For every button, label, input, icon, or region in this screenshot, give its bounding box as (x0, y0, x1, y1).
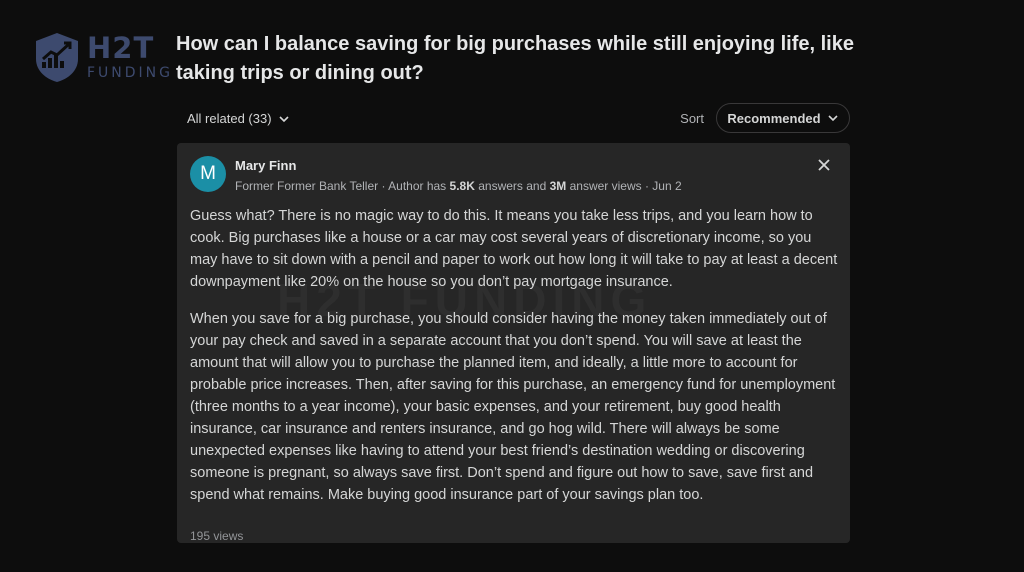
answer-views-count: 3M (549, 179, 567, 193)
answer-card: H2T FUNDING M Mary Finn Former Former Ba… (177, 143, 850, 543)
author-credential: Former Former Bank Teller · Author has 5… (235, 179, 682, 193)
sort-value: Recommended (727, 110, 821, 126)
logo-sub-text: FUNDING (87, 65, 174, 81)
chevron-down-icon (828, 115, 838, 122)
answers-count: 5.8K (449, 179, 475, 193)
close-icon[interactable] (816, 157, 832, 173)
page: H2T FUNDING How can I balance saving for… (0, 0, 1024, 572)
sort-label: Sort (680, 111, 704, 126)
logo-main-text: H2T (87, 31, 155, 65)
answer-paragraph: Guess what? There is no magic way to do … (190, 208, 838, 290)
avatar[interactable]: M (190, 156, 226, 192)
shield-chart-icon (36, 33, 78, 82)
answer-body: Guess what? There is no magic way to do … (190, 205, 840, 521)
chevron-down-icon (278, 115, 289, 122)
h2t-funding-logo: H2T FUNDING (33, 31, 173, 83)
answer-paragraph: When you save for a big purchase, you sh… (190, 311, 836, 503)
filter-bar: All related (33) Sort Recommended (187, 103, 850, 135)
cred-prefix: Former Former Bank Teller · Author has (235, 179, 450, 193)
cred-suffix: answer views · Jun 2 (566, 179, 682, 193)
sort-dropdown[interactable]: Recommended (716, 103, 850, 133)
all-related-label: All related (33) (187, 111, 272, 126)
question-title[interactable]: How can I balance saving for big purchas… (176, 30, 856, 88)
all-related-dropdown[interactable]: All related (33) (187, 111, 290, 126)
views-count: 195 views (190, 529, 244, 543)
author-name[interactable]: Mary Finn (235, 158, 296, 173)
cred-mid: answers and (474, 179, 550, 193)
